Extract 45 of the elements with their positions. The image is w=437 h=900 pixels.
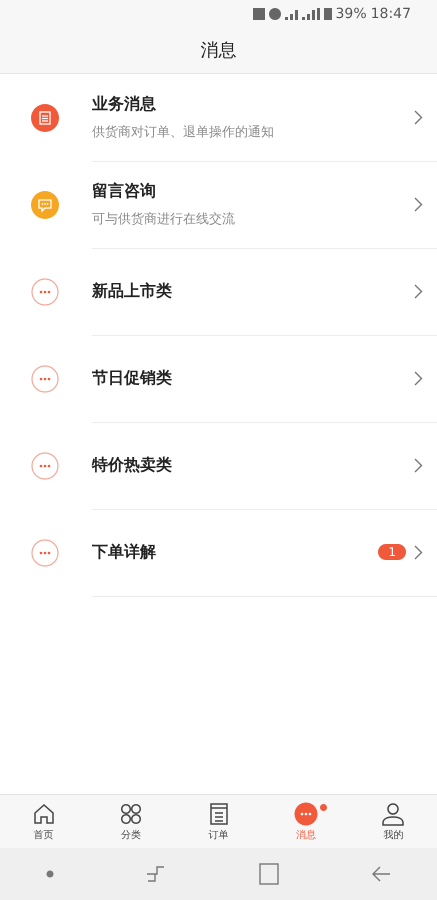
category-title: 特价热卖类 bbox=[92, 454, 173, 476]
message-category-item[interactable]: 节日促销类 bbox=[92, 334, 437, 422]
tab-bar-item[interactable]: 我的 bbox=[350, 795, 437, 848]
document-icon bbox=[31, 104, 59, 132]
message-category-item[interactable]: 新品上市类 bbox=[92, 248, 437, 336]
home-button-icon[interactable] bbox=[258, 863, 279, 885]
dot-icon[interactable] bbox=[46, 870, 54, 878]
chevron-right-icon bbox=[414, 196, 423, 212]
message-category-item[interactable]: 下单详解 1 bbox=[92, 508, 437, 596]
message-category-item[interactable]: 留言咨询 可与供货商进行在线交流 bbox=[92, 160, 437, 248]
tab-bar-item[interactable]: 订单 bbox=[174, 795, 262, 848]
more-icon bbox=[31, 364, 59, 392]
back-icon[interactable] bbox=[370, 866, 391, 882]
category-description: 供货商对订单、退单操作的通知 bbox=[92, 124, 275, 140]
recent-apps-icon[interactable] bbox=[146, 865, 166, 883]
signal-icon bbox=[302, 8, 320, 20]
category-title: 新品上市类 bbox=[92, 280, 173, 302]
more-icon bbox=[31, 538, 59, 566]
clock: 18:47 bbox=[370, 6, 411, 22]
category-title: 业务消息 bbox=[92, 94, 157, 114]
category-title: 留言咨询 bbox=[92, 180, 157, 202]
chevron-right-icon bbox=[414, 458, 423, 472]
chevron-right-icon bbox=[414, 544, 423, 560]
category-icon bbox=[119, 802, 144, 826]
message-category-item[interactable]: 业务消息 供货商对订单、退单操作的通知 bbox=[92, 74, 437, 162]
page-title: 消息 bbox=[200, 39, 236, 62]
category-description: 可与供货商进行在线交流 bbox=[92, 210, 236, 228]
battery-level: 39% bbox=[336, 6, 367, 22]
category-title: 节日促销类 bbox=[92, 368, 173, 388]
chevron-right-icon bbox=[414, 110, 423, 124]
message-category-item[interactable]: 特价热卖类 bbox=[92, 422, 437, 510]
signal-icon bbox=[284, 8, 298, 20]
more-icon bbox=[31, 452, 59, 480]
battery-icon bbox=[324, 8, 332, 20]
home-icon bbox=[32, 802, 56, 826]
unread-count: 1 bbox=[378, 544, 406, 560]
category-title: 下单详解 bbox=[92, 542, 157, 562]
tab-bar-item[interactable]: 首页 bbox=[0, 795, 88, 848]
user-icon bbox=[381, 802, 406, 826]
tab-bar-item[interactable]: 分类 bbox=[87, 795, 175, 848]
chat-icon bbox=[294, 802, 318, 826]
chevron-right-icon bbox=[414, 284, 423, 298]
chevron-right-icon bbox=[414, 370, 423, 386]
more-icon bbox=[31, 278, 59, 306]
chat-icon bbox=[31, 190, 59, 218]
